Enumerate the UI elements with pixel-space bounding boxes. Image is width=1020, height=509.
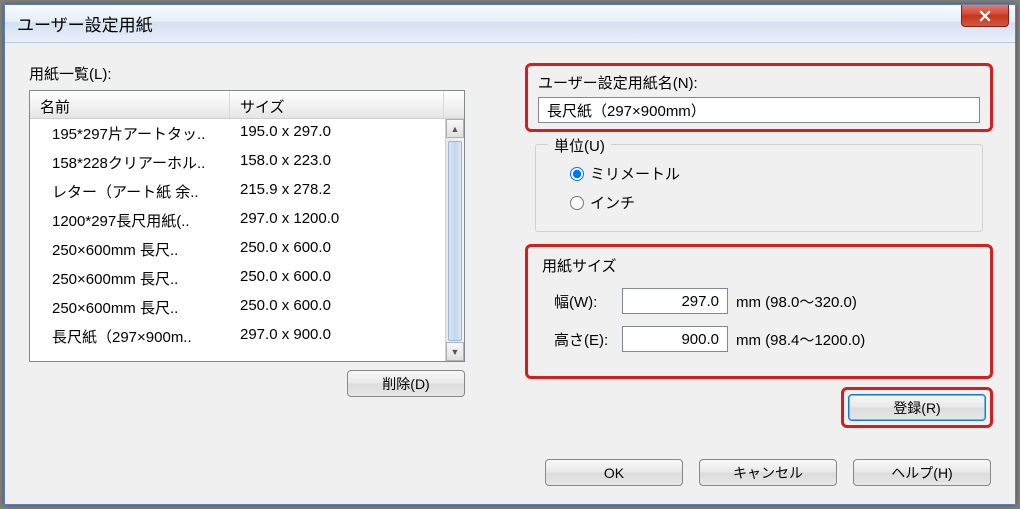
cancel-button[interactable]: キャンセル [699, 459, 837, 486]
list-item-size: 250.0 x 600.0 [230, 268, 444, 289]
paper-list[interactable]: 名前 サイズ 195*297片アートタッ..195.0 x 297.0158*2… [29, 90, 465, 362]
list-item[interactable]: 250×600mm 長尺..250.0 x 600.0 [30, 293, 464, 322]
list-item-name: 250×600mm 長尺.. [30, 239, 230, 260]
list-item-name: 195*297片アートタッ.. [30, 123, 230, 144]
list-item-size: 158.0 x 223.0 [230, 152, 444, 173]
list-item-name: 1200*297長尺用紙(.. [30, 210, 230, 231]
list-item-name: レター（アート紙 余.. [30, 181, 230, 202]
radio-millimeter-label: ミリメートル [590, 163, 680, 184]
scroll-down-arrow[interactable]: ▼ [446, 342, 464, 361]
list-item[interactable]: 長尺紙（297×900m..297.0 x 900.0 [30, 322, 464, 351]
register-highlight: 登録(R) [841, 387, 993, 428]
height-label: 高さ(E): [542, 329, 622, 350]
width-input[interactable] [622, 288, 728, 314]
list-body: 195*297片アートタッ..195.0 x 297.0158*228クリアーホ… [30, 119, 464, 361]
list-item[interactable]: レター（アート紙 余..215.9 x 278.2 [30, 177, 464, 206]
unit-group-title: 単位(U) [548, 135, 611, 156]
list-item-name: 158*228クリアーホル.. [30, 152, 230, 173]
list-item-size: 195.0 x 297.0 [230, 123, 444, 144]
scrollbar[interactable]: ▲ ▼ [445, 119, 464, 361]
close-button[interactable] [961, 5, 1009, 27]
paper-name-input[interactable] [538, 97, 980, 123]
scroll-thumb[interactable] [448, 141, 462, 341]
scroll-up-arrow[interactable]: ▲ [446, 119, 464, 138]
name-highlight: ユーザー設定用紙名(N): [525, 63, 993, 132]
list-item-size: 250.0 x 600.0 [230, 297, 444, 318]
list-item-name: 長尺紙（297×900m.. [30, 326, 230, 347]
delete-button[interactable]: 削除(D) [347, 370, 465, 397]
height-input[interactable] [622, 326, 728, 352]
list-item[interactable]: 250×600mm 長尺..250.0 x 600.0 [30, 264, 464, 293]
register-button[interactable]: 登録(R) [848, 394, 986, 421]
close-icon [978, 10, 992, 22]
size-group-title: 用紙サイズ [542, 255, 976, 276]
list-item[interactable]: 158*228クリアーホル..158.0 x 223.0 [30, 148, 464, 177]
list-item-size: 297.0 x 1200.0 [230, 210, 444, 231]
height-range: mm (98.4～1200.0) [736, 329, 865, 350]
radio-inch-label: インチ [590, 192, 635, 213]
unit-groupbox: 単位(U) ミリメートル インチ [535, 144, 983, 232]
column-header-size[interactable]: サイズ [230, 91, 444, 118]
list-item[interactable]: 195*297片アートタッ..195.0 x 297.0 [30, 119, 464, 148]
list-item[interactable]: 1200*297長尺用紙(..297.0 x 1200.0 [30, 206, 464, 235]
list-header[interactable]: 名前 サイズ [30, 91, 464, 119]
column-header-name[interactable]: 名前 [30, 91, 230, 118]
list-item-size: 250.0 x 600.0 [230, 239, 444, 260]
paper-name-label: ユーザー設定用紙名(N): [538, 72, 980, 93]
size-highlight: 用紙サイズ 幅(W): mm (98.0～320.0) 高さ(E): mm (9… [525, 244, 993, 379]
ok-button[interactable]: OK [545, 459, 683, 486]
radio-millimeter[interactable] [570, 167, 584, 181]
right-pane: ユーザー設定用紙名(N): 単位(U) ミリメートル インチ 用紙サイズ 幅(W… [525, 63, 993, 428]
list-item-name: 250×600mm 長尺.. [30, 268, 230, 289]
dialog-buttons: OK キャンセル ヘルプ(H) [545, 459, 991, 486]
width-range: mm (98.0～320.0) [736, 291, 857, 312]
dialog-window: ユーザー設定用紙 用紙一覧(L): 名前 サイズ 195*297片アートタッ..… [4, 4, 1016, 505]
list-item-name: 250×600mm 長尺.. [30, 297, 230, 318]
list-item-size: 297.0 x 900.0 [230, 326, 444, 347]
list-item[interactable]: 250×600mm 長尺..250.0 x 600.0 [30, 235, 464, 264]
list-item-size: 215.9 x 278.2 [230, 181, 444, 202]
help-button[interactable]: ヘルプ(H) [853, 459, 991, 486]
radio-inch[interactable] [570, 196, 584, 210]
window-title: ユーザー設定用紙 [17, 11, 153, 36]
width-label: 幅(W): [542, 291, 622, 312]
titlebar[interactable]: ユーザー設定用紙 [5, 5, 1015, 43]
